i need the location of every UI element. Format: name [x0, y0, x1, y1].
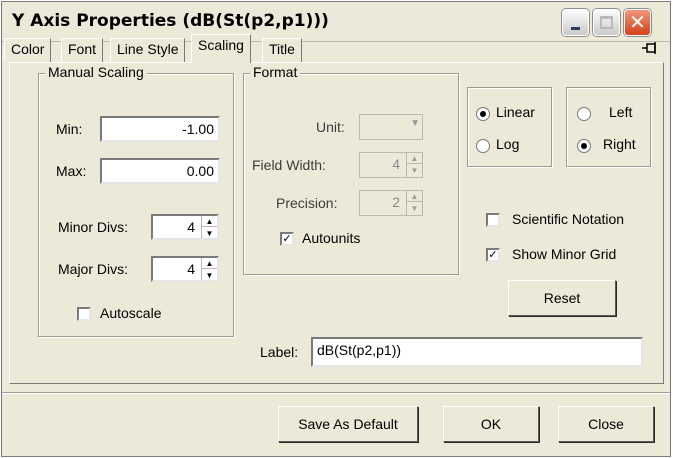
tab-title[interactable]: Title	[262, 38, 302, 62]
pin-icon-svg	[642, 42, 656, 54]
minor-divs-stepper[interactable]: 4 ▲ ▼	[151, 214, 219, 240]
show-minor-grid-label: Show Minor Grid	[512, 246, 617, 262]
format-group: Format Unit: ▼ Field Width: 4 ▲ ▼ Precis…	[243, 64, 459, 275]
tab-font[interactable]: Font	[61, 38, 104, 62]
right-label: Right	[603, 136, 636, 152]
tab-scaling[interactable]: Scaling	[191, 34, 251, 63]
precision-label: Precision:	[276, 195, 338, 211]
minimize-icon	[571, 27, 580, 30]
precision-spin[interactable]: ▲ ▼	[406, 191, 422, 215]
major-divs-label: Major Divs:	[58, 261, 129, 277]
scientific-notation-checkbox[interactable]	[486, 213, 500, 227]
precision-stepper[interactable]: 2 ▲ ▼	[359, 190, 423, 216]
minimize-button[interactable]	[562, 9, 589, 36]
tab-line-style[interactable]: Line Style	[110, 38, 186, 62]
minor-divs-value: 4	[187, 219, 195, 235]
format-legend: Format	[250, 64, 301, 80]
major-divs-stepper[interactable]: 4 ▲ ▼	[151, 256, 219, 282]
axis-label-caption: Label:	[260, 344, 299, 360]
field-width-stepper[interactable]: 4 ▲ ▼	[359, 152, 423, 178]
precision-value: 2	[392, 194, 400, 210]
major-divs-spin[interactable]: ▲ ▼	[201, 258, 217, 280]
unit-select[interactable]: ▼	[359, 114, 423, 140]
log-radio[interactable]	[476, 139, 490, 153]
axis-side-group: Left Right	[566, 87, 651, 167]
spin-up-icon[interactable]: ▲	[407, 153, 422, 164]
autounits-label: Autounits	[302, 230, 361, 246]
field-width-value: 4	[392, 156, 400, 172]
minor-divs-label: Minor Divs:	[58, 219, 129, 235]
maximize-icon	[600, 16, 613, 29]
unit-label: Unit:	[316, 119, 345, 135]
spin-up-icon[interactable]: ▲	[407, 191, 422, 202]
minor-divs-spin[interactable]: ▲ ▼	[201, 216, 217, 238]
window-title: Y Axis Properties (dB(St(p2,p1)))	[12, 11, 329, 31]
spin-down-icon[interactable]: ▼	[202, 228, 217, 238]
close-icon: ✕	[629, 10, 646, 34]
spin-down-icon[interactable]: ▼	[407, 203, 422, 214]
linear-label: Linear	[496, 104, 535, 120]
manual-scaling-group: Manual Scaling Min: -1.00 Max: 0.00 Mino…	[38, 64, 234, 337]
right-radio[interactable]	[577, 139, 591, 153]
scientific-notation-label: Scientific Notation	[512, 211, 625, 227]
spin-down-icon[interactable]: ▼	[202, 270, 217, 280]
linear-radio[interactable]	[476, 107, 490, 121]
maximize-button[interactable]	[593, 9, 620, 36]
close-window-button[interactable]: ✕	[624, 9, 651, 36]
left-radio[interactable]	[577, 107, 591, 121]
autoscale-checkbox[interactable]	[77, 307, 91, 321]
save-as-default-button[interactable]: Save As Default	[278, 406, 418, 442]
dropdown-arrow-icon[interactable]: ▼	[410, 118, 420, 129]
autoscale-label: Autoscale	[100, 305, 162, 321]
scale-type-group: Linear Log	[467, 87, 552, 167]
ok-button[interactable]: OK	[443, 406, 539, 442]
scaling-panel: Manual Scaling Min: -1.00 Max: 0.00 Mino…	[9, 62, 664, 384]
footer-divider	[2, 392, 670, 394]
dialog-window: Y Axis Properties (dB(St(p2,p1))) ✕ Colo…	[1, 1, 671, 457]
min-input[interactable]: -1.00	[100, 116, 220, 142]
close-button[interactable]: Close	[558, 406, 654, 442]
manual-scaling-legend: Manual Scaling	[45, 64, 147, 80]
spin-down-icon[interactable]: ▼	[407, 165, 422, 176]
axis-label-input[interactable]: dB(St(p2,p1))	[311, 337, 643, 367]
field-width-spin[interactable]: ▲ ▼	[406, 153, 422, 177]
log-label: Log	[496, 136, 520, 152]
max-input[interactable]: 0.00	[100, 158, 220, 184]
show-minor-grid-checkbox[interactable]: ✓	[486, 248, 500, 262]
autounits-checkbox[interactable]: ✓	[280, 232, 294, 246]
reset-button[interactable]: Reset	[508, 280, 616, 316]
spin-up-icon[interactable]: ▲	[202, 258, 217, 269]
pin-icon[interactable]	[642, 41, 658, 58]
min-label: Min:	[56, 121, 83, 137]
left-label: Left	[609, 104, 633, 120]
title-bar[interactable]: Y Axis Properties (dB(St(p2,p1))) ✕	[2, 2, 670, 42]
tab-color[interactable]: Color	[4, 38, 52, 62]
major-divs-value: 4	[187, 261, 195, 277]
spin-up-icon[interactable]: ▲	[202, 216, 217, 227]
field-width-label: Field Width:	[252, 157, 326, 173]
max-label: Max:	[56, 163, 87, 179]
